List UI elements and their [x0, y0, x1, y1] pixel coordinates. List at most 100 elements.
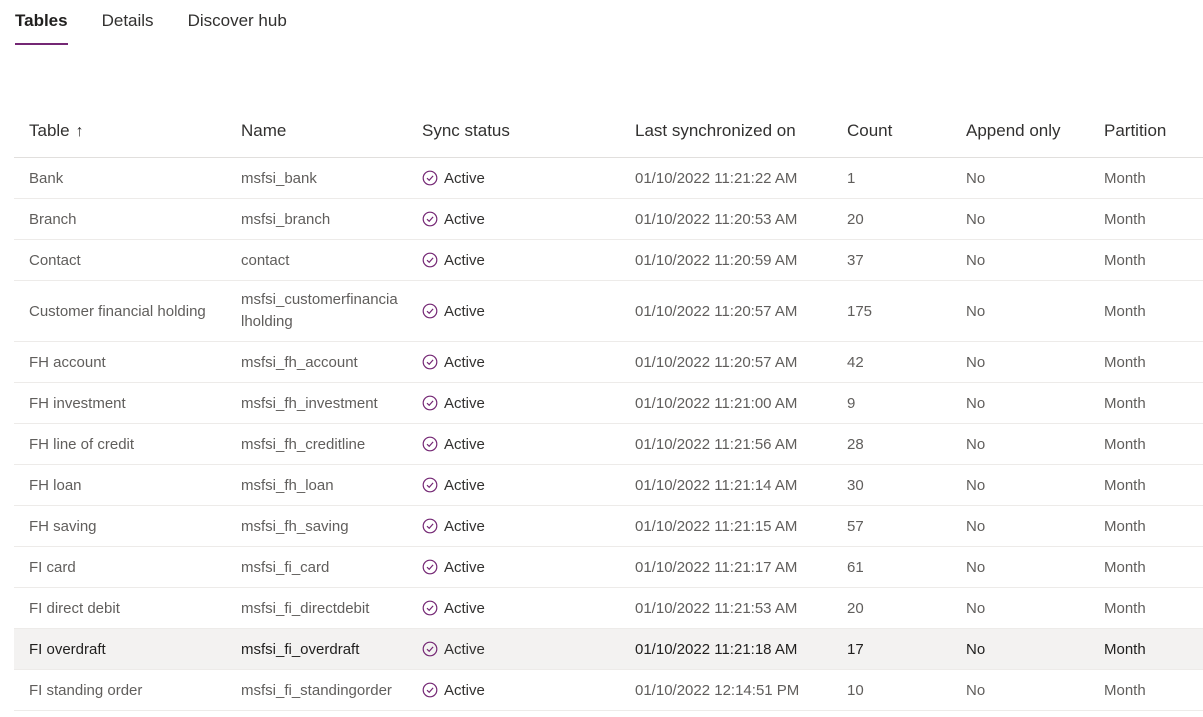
circle-check-icon	[422, 436, 438, 452]
cell-table[interactable]: FI card	[14, 559, 226, 576]
cell-count: 17	[847, 640, 864, 658]
column-header-name[interactable]: Name	[226, 121, 407, 141]
tab-discover-hub[interactable]: Discover hub	[188, 0, 287, 48]
cell-append-only: No	[966, 302, 986, 320]
sync-status-label: Active	[444, 251, 485, 269]
circle-check-icon	[422, 303, 438, 319]
cell-append-only: No	[966, 476, 986, 494]
cell-partition: Month	[1104, 681, 1146, 699]
cell-partition: Month	[1104, 210, 1146, 228]
cell-table[interactable]: Bank	[14, 170, 226, 187]
column-header-table[interactable]: Table ↑	[14, 121, 226, 141]
table-row[interactable]: FI standing order msfsi_fi_standingorder A…	[14, 670, 1203, 711]
cell-name: msfsi_customerfinancialholding	[241, 291, 398, 330]
circle-check-icon	[422, 170, 438, 186]
circle-check-icon	[422, 477, 438, 493]
cell-last-synchronized: 01/10/2022 11:21:15 AM	[635, 517, 798, 535]
table-row[interactable]: FH loan msfsi_fh_loan Active 01/10/2022 11:…	[14, 465, 1203, 506]
cell-append-only: No	[966, 681, 986, 699]
cell-table[interactable]: FI direct debit	[14, 600, 226, 617]
cell-name: msfsi_fh_account	[241, 353, 358, 371]
circle-check-icon	[422, 600, 438, 616]
cell-partition: Month	[1104, 558, 1146, 576]
cell-name: msfsi_fh_creditline	[241, 435, 366, 453]
cell-last-synchronized: 01/10/2022 11:21:53 AM	[635, 599, 798, 617]
table-header-row: Table ↑ Name Sync status Last synchronize…	[14, 105, 1203, 158]
cell-last-synchronized: 01/10/2022 11:20:53 AM	[635, 210, 798, 228]
column-header-sync-status[interactable]: Sync status	[407, 121, 620, 141]
column-header-partition[interactable]: Partition	[1089, 121, 1203, 141]
cell-table[interactable]: Branch	[14, 211, 226, 228]
cell-append-only: No	[966, 435, 986, 453]
table-row[interactable]: FI direct debit msfsi_fi_directdebit Activ…	[14, 588, 1203, 629]
tab-tables[interactable]: Tables	[15, 0, 68, 48]
cell-append-only: No	[966, 353, 986, 371]
table-row[interactable]: FI overdraft msfsi_fi_overdraft Active 01/1…	[14, 629, 1203, 670]
table-row[interactable]: Bank msfsi_bank Active 01/10/2022 11:21:22 …	[14, 158, 1203, 199]
sync-status-label: Active	[444, 558, 485, 576]
table-row[interactable]: Contact contact Active 01/10/2022 11:20:59 …	[14, 240, 1203, 281]
table-row[interactable]: FH line of credit msfsi_fh_creditline Acti…	[14, 424, 1203, 465]
cell-last-synchronized: 01/10/2022 11:21:22 AM	[635, 169, 798, 187]
cell-name: msfsi_fh_saving	[241, 517, 349, 535]
cell-table[interactable]: FH saving	[14, 518, 226, 535]
table-row[interactable]: Customer financial holding msfsi_customer…	[14, 281, 1203, 342]
cell-partition: Month	[1104, 599, 1146, 617]
cell-count: 28	[847, 435, 864, 453]
tables-grid: Table ↑ Name Sync status Last synchronize…	[14, 105, 1203, 711]
cell-name: contact	[241, 251, 290, 269]
cell-partition: Month	[1104, 251, 1146, 269]
cell-table[interactable]: FH line of credit	[14, 436, 226, 453]
cell-name: msfsi_fi_standingorder	[241, 681, 392, 699]
table-row[interactable]: FI card msfsi_fi_card Active 01/10/2022 11:…	[14, 547, 1203, 588]
cell-count: 9	[847, 394, 856, 412]
cell-table[interactable]: FI standing order	[14, 682, 226, 699]
circle-check-icon	[422, 682, 438, 698]
sync-status-label: Active	[444, 435, 485, 453]
sync-status-label: Active	[444, 210, 485, 228]
sync-status-label: Active	[444, 476, 485, 494]
cell-partition: Month	[1104, 517, 1146, 535]
cell-table[interactable]: FH loan	[14, 477, 226, 494]
cell-append-only: No	[966, 599, 986, 617]
table-row[interactable]: FH account msfsi_fh_account Active 01/10/20…	[14, 342, 1203, 383]
cell-table[interactable]: FI overdraft	[14, 641, 226, 658]
cell-sync-status: Active	[407, 600, 620, 617]
circle-check-icon	[422, 518, 438, 534]
tab-details[interactable]: Details	[102, 0, 154, 48]
column-header-append-only[interactable]: Append only	[951, 121, 1089, 141]
cell-partition: Month	[1104, 169, 1146, 187]
circle-check-icon	[422, 395, 438, 411]
cell-partition: Month	[1104, 302, 1146, 320]
cell-table[interactable]: Customer financial holding	[14, 303, 226, 320]
sync-status-label: Active	[444, 517, 485, 535]
cell-last-synchronized: 01/10/2022 11:20:59 AM	[635, 251, 798, 269]
cell-append-only: No	[966, 394, 986, 412]
sort-ascending-icon: ↑	[75, 123, 84, 140]
cell-sync-status: Active	[407, 477, 620, 494]
sync-status-label: Active	[444, 681, 485, 699]
cell-count: 57	[847, 517, 864, 535]
circle-check-icon	[422, 641, 438, 657]
cell-table[interactable]: FH investment	[14, 395, 226, 412]
cell-append-only: No	[966, 558, 986, 576]
cell-name: msfsi_fh_loan	[241, 476, 334, 494]
cell-sync-status: Active	[407, 395, 620, 412]
table-row[interactable]: Branch msfsi_branch Active 01/10/2022 11:20…	[14, 199, 1203, 240]
circle-check-icon	[422, 252, 438, 268]
cell-name: msfsi_fi_directdebit	[241, 599, 370, 617]
cell-sync-status: Active	[407, 641, 620, 658]
cell-last-synchronized: 01/10/2022 12:14:51 PM	[635, 681, 800, 699]
cell-table[interactable]: FH account	[14, 354, 226, 371]
cell-count: 10	[847, 681, 864, 699]
column-header-last-synchronized[interactable]: Last synchronized on	[620, 121, 832, 141]
cell-last-synchronized: 01/10/2022 11:20:57 AM	[635, 302, 798, 320]
cell-table[interactable]: Contact	[14, 252, 226, 269]
circle-check-icon	[422, 559, 438, 575]
column-header-count[interactable]: Count	[832, 121, 951, 141]
sync-status-label: Active	[444, 169, 485, 187]
cell-partition: Month	[1104, 476, 1146, 494]
cell-last-synchronized: 01/10/2022 11:21:56 AM	[635, 435, 798, 453]
table-row[interactable]: FH investment msfsi_fh_investment Active 01…	[14, 383, 1203, 424]
table-row[interactable]: FH saving msfsi_fh_saving Active 01/10/2022…	[14, 506, 1203, 547]
